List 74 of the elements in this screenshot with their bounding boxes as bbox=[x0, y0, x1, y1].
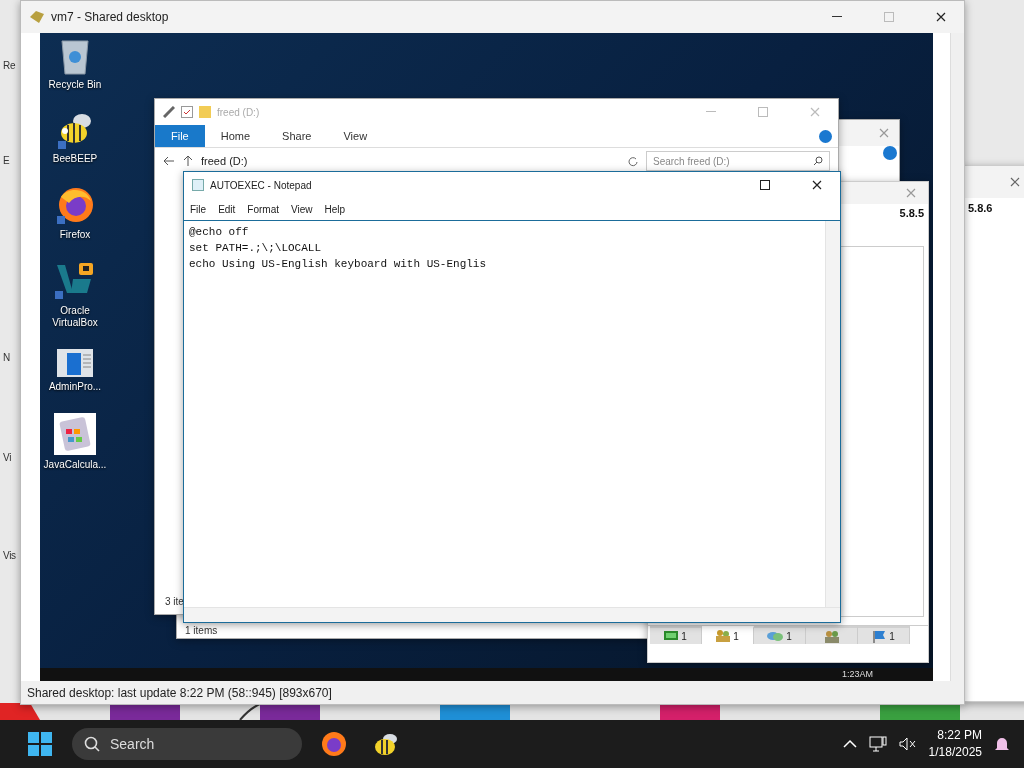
menu-item[interactable]: Help bbox=[324, 203, 346, 215]
maximize-icon bbox=[758, 107, 768, 117]
desktop-icon-label: Vis bbox=[3, 550, 16, 561]
back-arrow-icon[interactable] bbox=[163, 156, 175, 166]
monitor-icon bbox=[664, 630, 679, 642]
search-icon bbox=[84, 736, 100, 752]
window-title: AUTOEXEC - Notepad bbox=[210, 179, 313, 191]
window-title: vm7 - Shared desktop bbox=[51, 10, 170, 24]
checkbox-icon bbox=[181, 106, 193, 118]
mute-icon[interactable] bbox=[898, 737, 917, 751]
window-icon bbox=[57, 349, 93, 377]
flag-icon bbox=[872, 629, 887, 643]
bell-icon[interactable] bbox=[994, 736, 1010, 752]
group-icon bbox=[823, 629, 840, 643]
up-arrow-icon[interactable] bbox=[183, 155, 193, 167]
bee-icon bbox=[373, 732, 399, 756]
chat-icon bbox=[767, 630, 784, 642]
close-icon bbox=[812, 180, 822, 190]
app-logo-icon bbox=[29, 10, 45, 24]
menu-item[interactable]: Edit bbox=[218, 203, 236, 215]
desktop-icon-label[interactable]: Firefox bbox=[59, 229, 91, 241]
desktop-icon-label: Re bbox=[3, 60, 16, 71]
close-icon bbox=[810, 107, 820, 117]
ribbon-tab[interactable]: File bbox=[155, 125, 205, 147]
search-field[interactable]: Search freed (D:) bbox=[646, 151, 830, 171]
firefox-icon bbox=[321, 731, 347, 757]
desktop-icon-label[interactable]: Recycle Bin bbox=[48, 79, 102, 91]
desktop-icon-label: E bbox=[3, 155, 10, 166]
desktop-icon-label[interactable]: JavaCalcula... bbox=[43, 459, 107, 471]
scrollbar[interactable] bbox=[184, 607, 840, 622]
menu-item[interactable]: File bbox=[190, 203, 207, 215]
ribbon-tab[interactable]: View bbox=[327, 125, 384, 147]
text-editor[interactable]: @echo off set PATH=.;\;\LOCALL echo Using US-English keyboard with US-Englis bbox=[184, 221, 825, 607]
network-icon[interactable] bbox=[868, 736, 887, 752]
notepad-icon bbox=[192, 179, 204, 191]
chevron-up-icon[interactable] bbox=[842, 739, 857, 749]
minimize-icon bbox=[706, 111, 716, 113]
address-path[interactable]: freed (D:) bbox=[201, 155, 248, 167]
windows-logo-icon bbox=[28, 732, 52, 756]
desktop-icon-label[interactable]: Oracle VirtualBox bbox=[40, 305, 110, 329]
refresh-icon[interactable] bbox=[627, 155, 638, 167]
menu-item[interactable]: View bbox=[291, 203, 313, 215]
version-label: 5.8.5 bbox=[899, 207, 924, 219]
tab[interactable]: 1 bbox=[650, 626, 702, 644]
search-icon bbox=[813, 156, 823, 166]
clock-text: 1:23AM bbox=[841, 668, 873, 681]
desktop-icon-label: N bbox=[3, 352, 10, 363]
version-label: 5.8.6 bbox=[968, 202, 993, 214]
desktop-icon-label[interactable]: AdminPro... bbox=[48, 381, 102, 393]
desktop-icon-label: Vi bbox=[3, 452, 12, 463]
firefox-icon bbox=[55, 185, 95, 225]
tab[interactable]: 1 bbox=[858, 626, 910, 644]
status-text: Shared desktop: last update 8:22 PM (58::945) [893x670] bbox=[27, 685, 332, 700]
recycle-bin-icon bbox=[58, 37, 92, 75]
close-icon bbox=[936, 12, 946, 22]
ribbon-tab[interactable]: Home bbox=[204, 125, 267, 147]
search-field[interactable]: Search bbox=[72, 728, 302, 760]
bee-icon bbox=[56, 111, 94, 149]
status-text: 1 items bbox=[185, 624, 218, 636]
scrollbar[interactable] bbox=[825, 221, 840, 607]
menu-item[interactable]: Format bbox=[247, 203, 280, 215]
folder-icon bbox=[199, 106, 211, 118]
maximize-icon bbox=[760, 180, 770, 190]
desktop-icon-label[interactable]: BeeBEEP bbox=[52, 153, 98, 165]
calculator-icon bbox=[54, 413, 96, 455]
ribbon-tab[interactable]: Share bbox=[266, 125, 328, 147]
minimize-icon bbox=[832, 16, 842, 18]
tab[interactable]: 1 bbox=[754, 626, 806, 644]
tab[interactable] bbox=[806, 626, 858, 644]
users-icon bbox=[716, 630, 731, 642]
maximize-icon bbox=[884, 12, 894, 22]
clock[interactable]: 8:22 PM 1/18/2025 bbox=[928, 727, 982, 761]
status-text: 3 ite bbox=[165, 595, 184, 607]
window-title: freed (D:) bbox=[217, 106, 261, 118]
